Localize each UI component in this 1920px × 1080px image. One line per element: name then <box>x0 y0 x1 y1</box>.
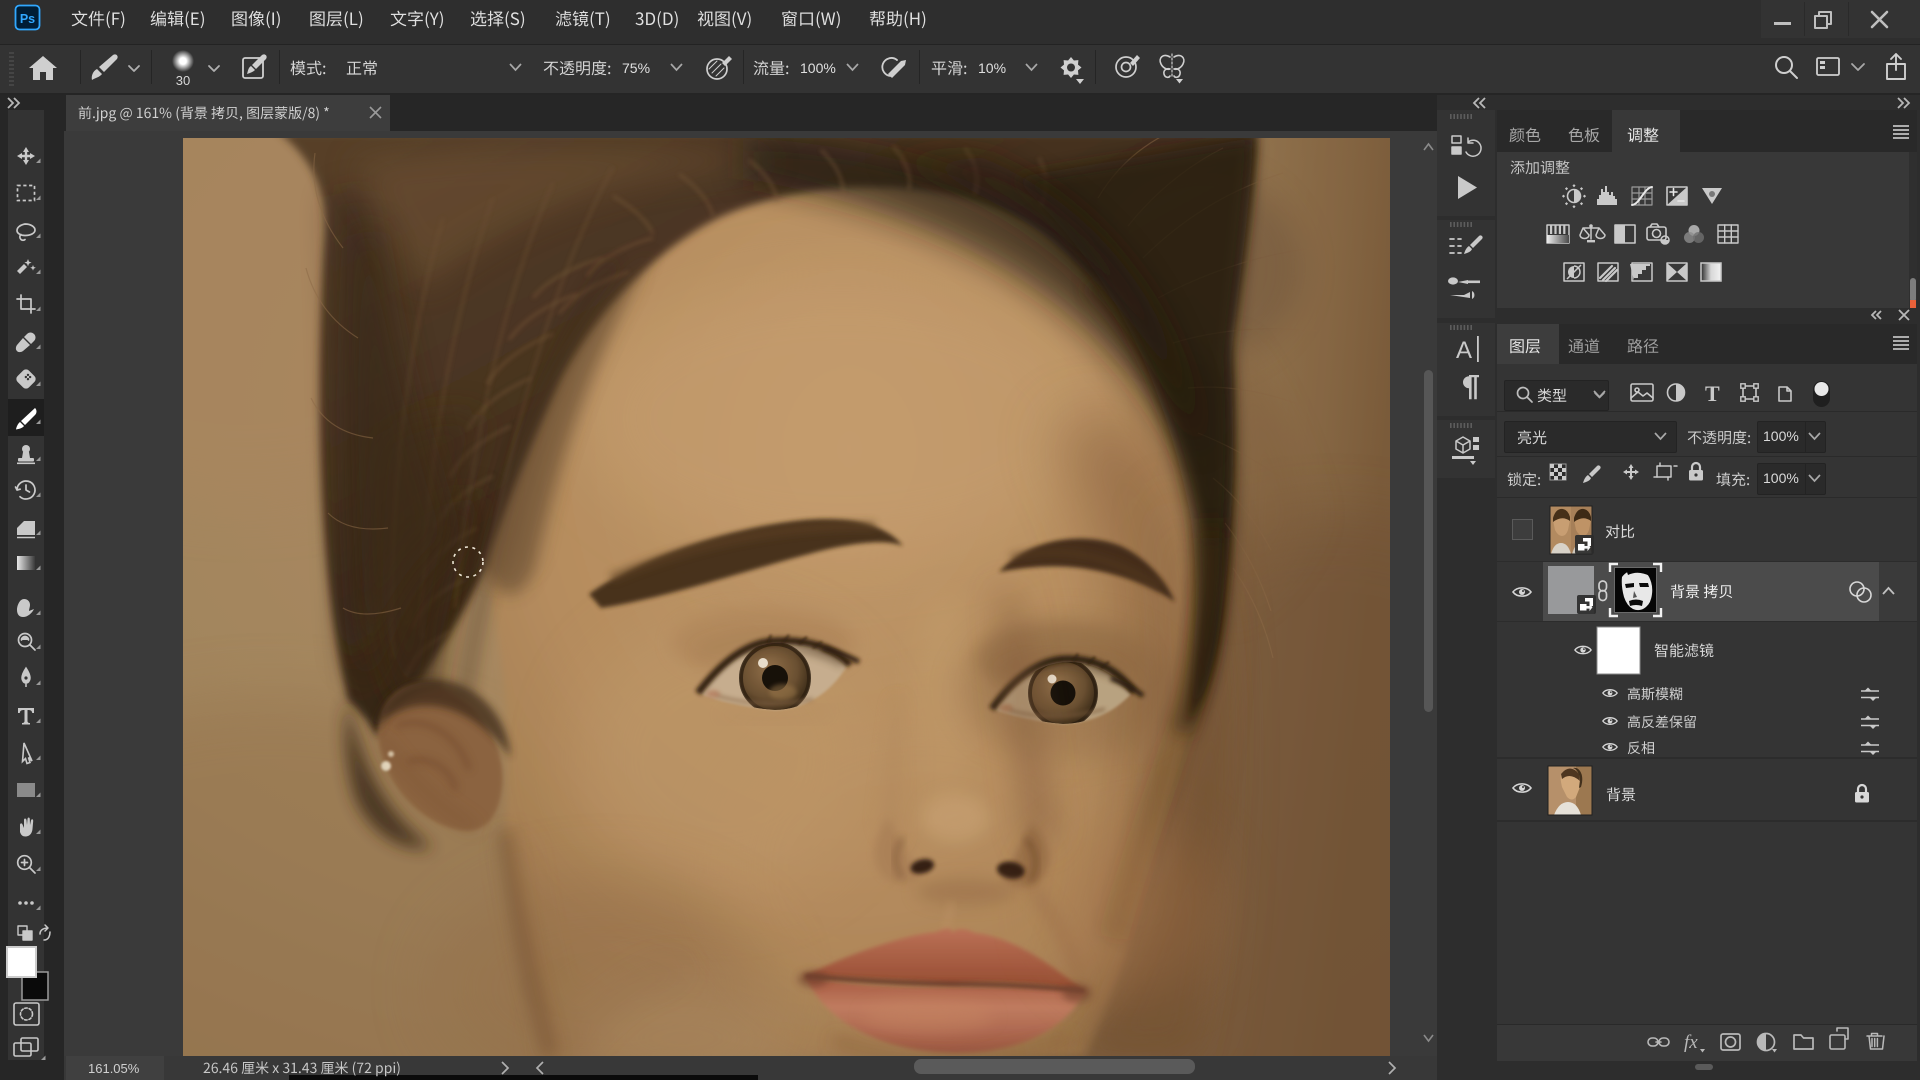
svg-text:161.05%: 161.05% <box>88 1061 140 1076</box>
svg-text:T: T <box>1705 381 1720 406</box>
svg-text:100%: 100% <box>800 60 836 76</box>
svg-text:Ps: Ps <box>20 12 35 26</box>
svg-text:75%: 75% <box>622 60 650 76</box>
svg-text:A: A <box>1456 337 1472 364</box>
svg-text:10%: 10% <box>978 60 1006 76</box>
svg-text:100%: 100% <box>1763 470 1799 486</box>
svg-text:fx: fx <box>1684 1032 1698 1053</box>
svg-text:30: 30 <box>176 73 190 88</box>
svg-text:100%: 100% <box>1763 428 1799 444</box>
